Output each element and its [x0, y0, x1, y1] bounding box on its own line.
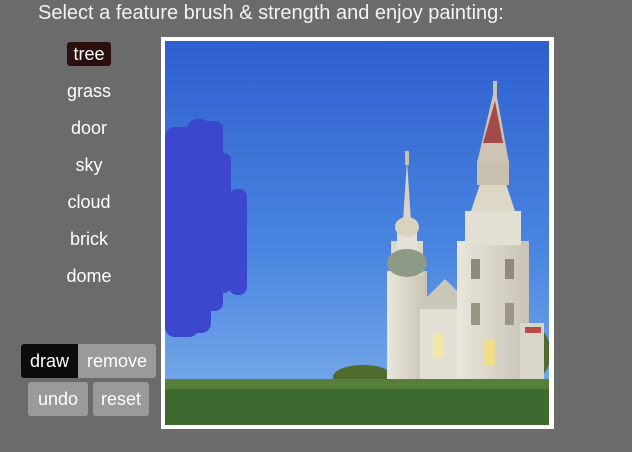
- grass-area: [165, 379, 549, 389]
- brush-cloud-label: cloud: [67, 192, 111, 212]
- canvas-frame: [161, 37, 554, 429]
- instructions-title: Select a feature brush & strength and en…: [38, 2, 504, 24]
- brush-cloud[interactable]: cloud: [44, 186, 134, 218]
- brush-dome-label: dome: [66, 266, 112, 286]
- draw-button[interactable]: draw: [21, 344, 78, 378]
- brush-door-label: door: [70, 118, 108, 138]
- brush-door[interactable]: door: [44, 112, 134, 144]
- undo-button[interactable]: undo: [28, 382, 88, 416]
- brush-sky[interactable]: sky: [44, 149, 134, 181]
- brush-grass[interactable]: grass: [44, 75, 134, 107]
- painting-canvas[interactable]: [165, 41, 549, 425]
- brush-brick-label: brick: [69, 229, 108, 249]
- brush-dome[interactable]: dome: [44, 260, 134, 292]
- brush-tree-label: tree: [67, 42, 111, 66]
- brush-grass-label: grass: [66, 81, 111, 101]
- brush-sky-label: sky: [75, 155, 103, 175]
- reset-button[interactable]: reset: [93, 382, 149, 416]
- brush-tree[interactable]: tree: [44, 38, 134, 70]
- brush-brick[interactable]: brick: [44, 223, 134, 255]
- brush-list: tree grass door sky cloud brick dome: [44, 38, 134, 292]
- remove-button[interactable]: remove: [78, 344, 156, 378]
